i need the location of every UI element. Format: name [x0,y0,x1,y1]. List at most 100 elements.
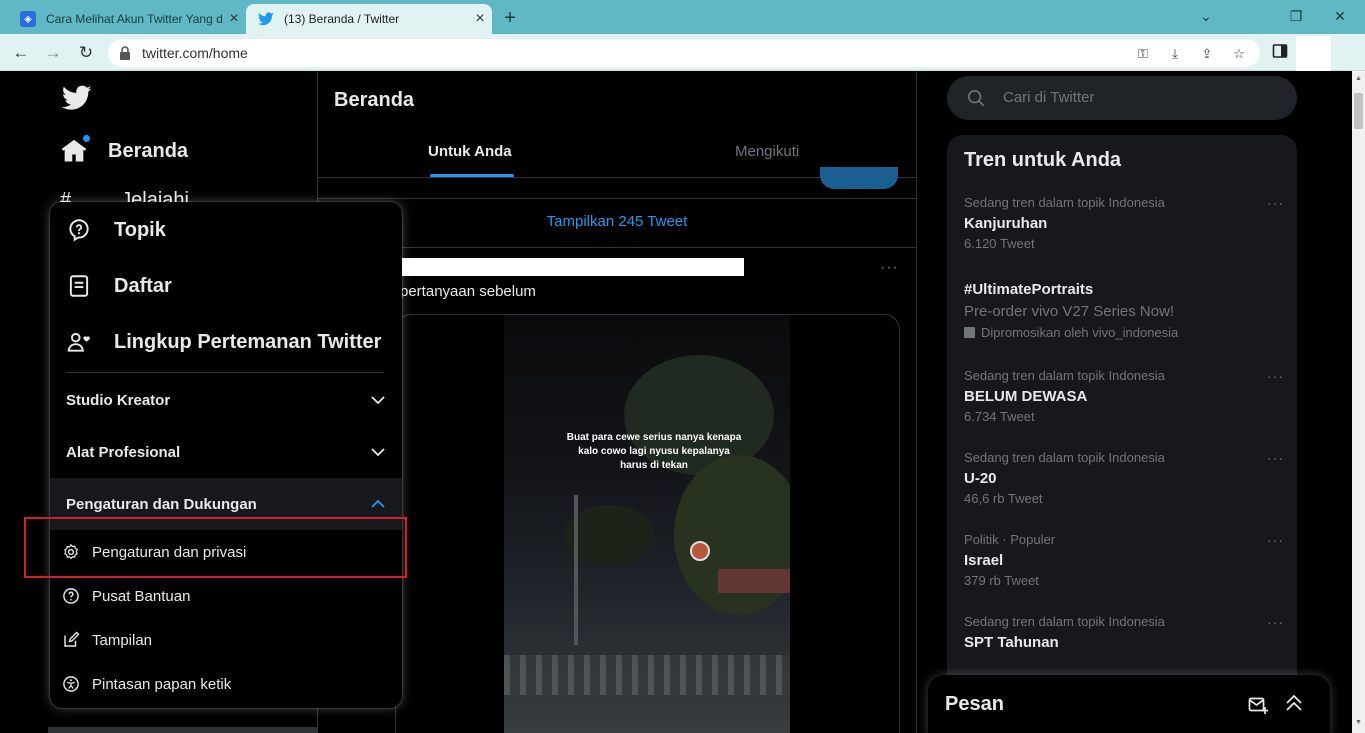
show-new-tweets-link[interactable]: Tampilkan 245 Tweet [318,213,916,230]
nav-explore-label: Jelajahi [121,189,189,203]
tab-for-you[interactable]: Untuk Anda [428,143,512,160]
more-options-icon[interactable]: ··· [1267,368,1284,384]
messages-label: Pesan [945,693,1004,715]
tab-following[interactable]: Mengikuti [735,143,799,160]
trend-item-promoted[interactable]: #UltimatePortraits Pre-order vivo V27 Se… [964,279,1284,341]
menu-sub-label: Tampilan [92,631,153,649]
share-icon[interactable]: ⇪ [1198,45,1216,63]
accordion-professional-tools[interactable]: Alat Profesional [50,426,402,478]
install-icon[interactable]: ⤓ [1166,45,1184,63]
menu-item-display[interactable]: Tampilan [50,618,402,662]
browser-tab-2[interactable]: (13) Beranda / Twitter × [246,4,492,34]
browser-toolbar: ← → ↻ twitter.com/home ⚿ ⤓ ⇪ ☆ [0,34,1365,71]
edit-icon [64,631,80,647]
site-favicon-icon: ◈ [20,11,36,27]
scroll-down-icon[interactable]: ▼ [1354,719,1363,726]
chevron-up-icon [371,499,385,508]
trend-context: Sedang tren dalam topik Indonesia [964,368,1165,383]
trend-name: U-20 [964,470,997,487]
search-input[interactable]: Cari di Twitter [947,76,1297,120]
more-options-icon[interactable]: ··· [1267,532,1284,548]
close-window-button[interactable]: ✕ [1318,4,1362,28]
menu-item-topics[interactable]: Topik [50,202,402,258]
tab-search-icon[interactable]: ⌄ [1184,4,1228,28]
video-road-sign [690,541,710,561]
tab-close-icon[interactable]: × [468,10,492,28]
trend-context: Sedang tren dalam topik Indonesia [964,450,1165,465]
trend-item[interactable]: Politik · Populer Israel 379 rb Tweet ··… [964,532,1284,590]
tab-title: (13) Beranda / Twitter [284,12,400,26]
back-arrow-icon[interactable]: ← [8,40,34,66]
trend-item[interactable]: Sedang tren dalam topik Indonesia BELUM … [964,368,1284,426]
nav-item-home[interactable]: Beranda [60,135,188,165]
chevron-down-icon [371,396,385,405]
messages-drawer[interactable]: Pesan [928,675,1330,733]
redacted-username [400,258,744,276]
highlight-annotation [24,517,407,578]
new-tab-button[interactable]: + [498,6,522,30]
tab-close-icon[interactable]: × [222,10,246,28]
accordion-label: Pengaturan dan Dukungan [66,495,257,513]
tab-title: Cara Melihat Akun Twitter Yang d [46,12,222,26]
browser-tab-1[interactable]: ◈ Cara Melihat Akun Twitter Yang d × [8,4,246,34]
column-divider [916,71,917,733]
chevron-down-icon [371,448,385,457]
trend-item[interactable]: Sedang tren dalam topik Indonesia SPT Ta… [964,614,1284,654]
vertical-scrollbar[interactable]: ▲ ▼ [1352,71,1365,733]
trend-context: Politik · Populer [964,532,1056,547]
nav-item-explore[interactable]: # Jelajahi [60,189,189,203]
trend-context: Sedang tren dalam topik Indonesia [964,195,1165,210]
trends-title: Tren untuk Anda [964,149,1122,171]
trend-description: Pre-order vivo V27 Series Now! [964,303,1175,320]
menu-item-label: Daftar [114,274,172,297]
star-icon[interactable]: ☆ [1230,45,1248,63]
address-bar[interactable]: twitter.com/home ⚿ ⤓ ⇪ ☆ [108,39,1260,67]
horizontal-scrollbar[interactable] [48,727,318,733]
trend-name: Kanjuruhan [964,215,1048,232]
tweet-button[interactable] [820,167,898,189]
page-title: Beranda [334,89,415,111]
expand-up-icon[interactable] [1284,693,1304,713]
reload-icon[interactable]: ↻ [73,40,99,66]
key-icon[interactable]: ⚿ [1134,45,1152,63]
twitter-logo-icon[interactable] [62,85,92,111]
trend-count: 6.734 Tweet [964,409,1035,424]
menu-item-keyboard-shortcuts[interactable]: Pintasan papan ketik [50,662,402,706]
menu-item-help-center[interactable]: Pusat Bantuan [50,574,402,618]
more-options-icon[interactable]: ··· [1267,195,1284,211]
trend-item[interactable]: Sedang tren dalam topik Indonesia Kanjur… [964,195,1284,253]
more-options-icon[interactable]: ··· [880,259,899,277]
menu-sub-label: Pusat Bantuan [92,587,191,605]
restore-window-button[interactable]: ❐ [1274,4,1318,28]
more-options-icon[interactable]: ··· [1267,450,1284,466]
side-panel-icon[interactable] [1270,43,1290,63]
notification-dot [83,135,90,142]
menu-item-circle[interactable]: Lingkup Pertemanan Twitter [50,314,402,370]
trend-count: 379 rb Tweet [964,573,1039,588]
lock-icon [120,46,130,60]
trend-name: SPT Tahunan [964,634,1059,651]
tweet-text: pertanyaan sebelum [400,283,536,300]
search-placeholder: Cari di Twitter [1003,89,1095,106]
scroll-up-icon[interactable]: ▲ [1354,75,1363,82]
promoted-icon [964,326,975,338]
accordion-creator-studio[interactable]: Studio Kreator [50,374,402,426]
tweet-media[interactable]: Buat para cewe serius nanya kenapa kalo … [395,314,900,733]
scrollbar-thumb[interactable] [1354,93,1363,129]
home-icon [60,135,90,165]
trends-panel: Tren untuk Anda Sedang tren dalam topik … [947,135,1297,733]
accessibility-icon [63,676,79,692]
browser-tab-bar: ◈ Cara Melihat Akun Twitter Yang d × (13… [0,0,1365,34]
tweet-video[interactable]: Buat para cewe serius nanya kenapa kalo … [504,315,790,733]
menu-item-label: Topik [114,218,166,241]
video-pole [574,495,578,645]
lists-icon [69,275,89,297]
video-caption: Buat para cewe serius nanya kenapa kalo … [566,432,742,471]
trend-item[interactable]: Sedang tren dalam topik Indonesia U-20 4… [964,450,1284,508]
more-options-icon[interactable]: ··· [1267,614,1284,630]
menu-item-lists[interactable]: Daftar [50,258,402,314]
twitter-page: Beranda # Jelajahi Beranda Untuk Anda Men… [0,71,1352,733]
forward-arrow-icon[interactable]: → [40,40,66,66]
url-text: twitter.com/home [142,45,248,61]
new-message-icon[interactable] [1248,695,1268,715]
